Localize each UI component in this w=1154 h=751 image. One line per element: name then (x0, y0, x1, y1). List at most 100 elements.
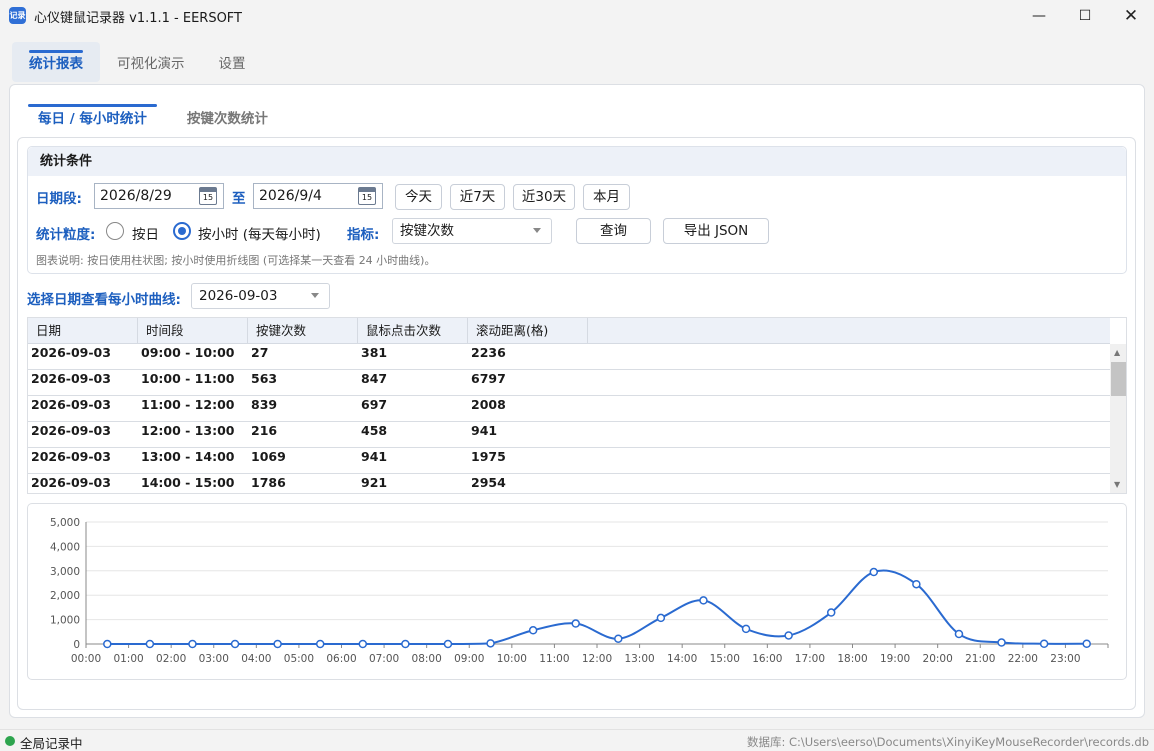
column-header[interactable]: 日期 (28, 318, 138, 344)
table-cell: 941 (361, 449, 388, 464)
sub-tab-bar: 每日 / 每小时统计 按键次数统计 (28, 104, 298, 134)
x-tick-label: 07:00 (369, 653, 399, 665)
table-cell: 839 (251, 397, 278, 412)
table-row[interactable]: 2026-09-03 11:00 - 12:00 839 697 2008 (28, 396, 1110, 422)
table-cell: 1975 (471, 449, 506, 464)
tab-visualization[interactable]: 可视化演示 (100, 42, 202, 82)
column-header[interactable]: 按键次数 (248, 318, 358, 344)
data-point (997, 638, 1006, 647)
data-point (912, 579, 921, 589)
x-tick-label: 11:00 (539, 653, 569, 665)
table-cell: 941 (471, 423, 498, 438)
tab-daily-hourly[interactable]: 每日 / 每小时统计 (28, 104, 157, 134)
data-point (954, 629, 964, 639)
x-tick-label: 02:00 (156, 653, 186, 665)
query-button[interactable]: 查询 (576, 218, 651, 244)
column-header[interactable]: 时间段 (138, 318, 248, 344)
x-tick-label: 19:00 (880, 653, 910, 665)
y-tick-label: 1,000 (50, 615, 80, 627)
day-select-value: 2026-09-03 (199, 288, 278, 304)
title-bar: 记录 心仪键鼠记录器 v1.1.1 - EERSOFT — ☐ ✕ (0, 0, 1154, 32)
minimize-button[interactable]: — (1016, 0, 1062, 32)
granularity-label: 统计粒度: (36, 227, 96, 243)
data-point (486, 639, 495, 648)
start-date-input[interactable]: 2026/8/29 15 (94, 183, 224, 209)
x-tick-label: 14:00 (667, 653, 697, 665)
data-point (614, 634, 623, 643)
y-tick-label: 2,000 (50, 590, 80, 602)
table-cell: 381 (361, 345, 388, 360)
data-point (188, 639, 197, 649)
line-chart: 0 1,000 2,000 3,000 4,000 5,000 00:00 01:00 02:0… (50, 517, 1109, 665)
to-label: 至 (232, 191, 246, 207)
calendar-icon[interactable]: 15 (358, 187, 376, 205)
table-row[interactable]: 2026-09-03 12:00 - 13:00 216 458 941 (28, 422, 1110, 448)
close-button[interactable]: ✕ (1108, 0, 1154, 32)
data-point (741, 624, 751, 634)
table-cell: 2026-09-03 (31, 345, 111, 360)
table-cell: 1786 (251, 475, 286, 490)
data-point (273, 639, 282, 649)
data-point (528, 626, 538, 635)
window-title: 心仪键鼠记录器 v1.1.1 - EERSOFT (34, 11, 242, 26)
x-tick-label: 03:00 (199, 653, 229, 665)
table-row[interactable]: 2026-09-03 09:00 - 10:00 27 381 2236 (28, 344, 1110, 370)
metric-select[interactable]: 按键次数 (392, 218, 552, 244)
chevron-down-icon (533, 228, 541, 233)
today-button[interactable]: 今天 (395, 184, 442, 210)
tab-key-counts[interactable]: 按键次数统计 (177, 104, 278, 134)
tab-statistics[interactable]: 统计报表 (12, 42, 100, 82)
table-row[interactable]: 2026-09-03 14:00 - 15:00 1786 921 2954 (28, 474, 1110, 493)
maximize-button[interactable]: ☐ (1062, 0, 1108, 32)
radio-by-day-label: 按日 (132, 227, 159, 243)
recording-status-icon (5, 736, 15, 746)
radio-by-day[interactable] (106, 222, 124, 240)
column-header[interactable]: 滚动距离(格) (468, 318, 588, 344)
radio-by-hour[interactable] (173, 222, 191, 240)
criteria-header: 统计条件 (28, 147, 1126, 176)
scroll-down-icon[interactable]: ▼ (1114, 480, 1120, 489)
end-date-value: 2026/9/4 (259, 188, 322, 204)
table-scrollbar[interactable]: ▲ ▼ (1110, 344, 1126, 493)
table-cell: 6797 (471, 371, 506, 386)
data-point (784, 631, 793, 640)
calendar-icon[interactable]: 15 (199, 187, 217, 205)
x-tick-label: 22:00 (1008, 653, 1038, 665)
y-tick-label: 5,000 (50, 517, 80, 529)
data-point (103, 639, 112, 649)
data-point (401, 639, 410, 649)
x-tick-label: 08:00 (412, 653, 442, 665)
table-cell: 921 (361, 475, 388, 490)
last-7-days-button[interactable]: 近7天 (450, 184, 505, 210)
radio-by-hour-label: 按小时 (每天每小时) (198, 227, 321, 243)
table-cell: 2008 (471, 397, 506, 412)
this-month-button[interactable]: 本月 (583, 184, 630, 210)
table-cell: 1069 (251, 449, 286, 464)
scrollbar-thumb[interactable] (1111, 362, 1126, 396)
data-point (1039, 639, 1049, 649)
data-point (699, 596, 708, 605)
table-row[interactable]: 2026-09-03 13:00 - 14:00 1069 941 1975 (28, 448, 1110, 474)
end-date-input[interactable]: 2026/9/4 15 (253, 183, 383, 209)
column-header[interactable]: 鼠标点击次数 (358, 318, 468, 344)
metric-value: 按键次数 (400, 223, 454, 239)
table-row[interactable]: 2026-09-03 10:00 - 11:00 563 847 6797 (28, 370, 1110, 396)
x-tick-label: 15:00 (710, 653, 740, 665)
table-cell: 2026-09-03 (31, 371, 111, 386)
tab-settings[interactable]: 设置 (202, 42, 263, 82)
table-cell: 216 (251, 423, 278, 438)
x-tick-label: 18:00 (837, 653, 867, 665)
table-cell: 2026-09-03 (31, 475, 111, 490)
export-json-button[interactable]: 导出 JSON (663, 218, 769, 244)
day-select[interactable]: 2026-09-03 (191, 283, 330, 309)
status-bar: 全局记录中 数据库: C:\Users\eerso\Documents\Xiny… (0, 729, 1154, 751)
date-range-label: 日期段: (36, 191, 82, 207)
main-tab-bar: 统计报表 可视化演示 设置 (12, 42, 263, 82)
scroll-up-icon[interactable]: ▲ (1114, 348, 1120, 357)
data-point (1082, 639, 1091, 649)
table-cell: 2236 (471, 345, 506, 360)
x-tick-label: 01:00 (113, 653, 143, 665)
data-point (443, 639, 453, 649)
last-30-days-button[interactable]: 近30天 (513, 184, 575, 210)
y-tick-label: 3,000 (50, 566, 80, 578)
